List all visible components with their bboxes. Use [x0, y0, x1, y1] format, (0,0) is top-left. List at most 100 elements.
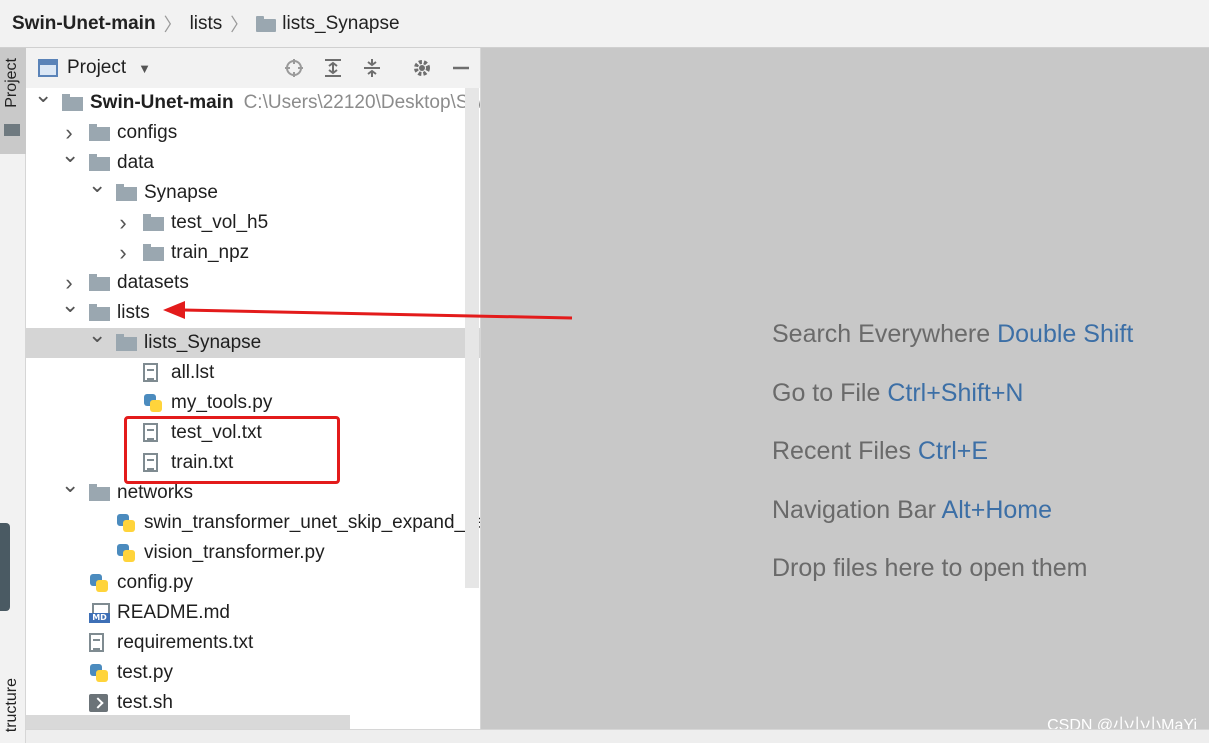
- bottom-edge: [26, 729, 1209, 743]
- tree-file-row[interactable]: vision_transformer.py: [26, 538, 480, 568]
- chevron-down-icon[interactable]: ⌄: [61, 292, 79, 318]
- tree-folder-row[interactable]: ⌄ Synapse: [26, 172, 480, 208]
- editor-hint-text: Navigation Bar: [772, 495, 936, 524]
- editor-hint-text: Go to File: [772, 378, 881, 407]
- tree-item-label: lists: [117, 302, 150, 323]
- python-file-icon: [143, 393, 163, 413]
- tree-folder-row[interactable]: › train_npz: [26, 238, 480, 268]
- tree-file-row[interactable]: my_tools.py: [26, 388, 480, 418]
- editor-hint-text: Search Everywhere: [772, 320, 991, 348]
- folder-icon: [89, 124, 110, 141]
- tree-file-row[interactable]: test.sh: [26, 688, 480, 718]
- editor-hint: Recent Files Ctrl+E: [772, 437, 1133, 496]
- tree-item-label: test.py: [117, 662, 173, 683]
- tree-file-row[interactable]: requirements.txt: [26, 628, 480, 658]
- tree-folder-row[interactable]: › test_vol_h5: [26, 208, 480, 238]
- python-file-icon: [116, 543, 136, 563]
- project-tool-tab-label: Project: [3, 58, 20, 108]
- tree-item-label: swin_transformer_unet_skip_expand_de: [144, 512, 481, 533]
- folder-icon: [256, 15, 277, 32]
- editor-hint-shortcut: Double Shift: [990, 320, 1134, 348]
- tree-item-label: Swin-Unet-main C:\Users\22120\Desktop\Sw: [90, 92, 481, 113]
- folder-icon: [4, 124, 20, 136]
- project-panel-title[interactable]: Project: [67, 57, 126, 79]
- python-file-icon: [89, 573, 109, 593]
- memory-indicator[interactable]: [0, 523, 10, 611]
- shell-script-icon: [89, 694, 108, 712]
- horizontal-scrollbar[interactable]: [26, 715, 350, 729]
- editor-hint-shortcut: Ctrl+E: [910, 437, 989, 465]
- folder-icon: [89, 154, 110, 171]
- folder-icon: [89, 484, 110, 501]
- chevron-down-icon[interactable]: ⌄: [88, 322, 106, 348]
- editor-hint-text: Recent Files: [772, 437, 911, 465]
- gear-icon[interactable]: [409, 56, 435, 80]
- minimize-icon[interactable]: [448, 56, 474, 80]
- editor-hint: Search Everywhere Double Shift: [772, 320, 1133, 379]
- chevron-right-icon[interactable]: ›: [115, 240, 131, 266]
- tree-item-label: config.py: [117, 572, 194, 593]
- tree-item-label: test_vol_h5: [171, 212, 269, 233]
- collapse-all-icon[interactable]: [359, 56, 385, 80]
- tree-file-row[interactable]: config.py: [26, 568, 480, 598]
- project-panel-header: Project ▼: [26, 48, 480, 88]
- text-file-icon: [89, 633, 104, 652]
- breadcrumb-lists[interactable]: lists: [190, 13, 223, 35]
- breadcrumb-separator: 〉: [163, 14, 182, 35]
- chevron-down-icon[interactable]: ⌄: [61, 472, 79, 498]
- tree-file-row[interactable]: swin_transformer_unet_skip_expand_de: [26, 508, 481, 538]
- tree-item-label: my_tools.py: [171, 392, 273, 413]
- tree-item-label: datasets: [117, 272, 189, 293]
- tree-item-label: Synapse: [144, 182, 218, 203]
- chevron-down-icon[interactable]: ⌄: [88, 172, 106, 198]
- navigation-bar: Swin-Unet-main 〉 lists 〉 lists_Synapse: [0, 0, 1209, 48]
- tree-file-row[interactable]: all.lst: [26, 358, 480, 388]
- structure-tool-tab[interactable]: tructure: [3, 678, 21, 732]
- editor-hints: Search Everywhere Double Shift Go to File…: [772, 320, 1133, 613]
- editor-hint: Go to File Ctrl+Shift+N: [772, 379, 1133, 438]
- project-tool-tab[interactable]: Project: [0, 48, 26, 154]
- tree-folder-row[interactable]: › datasets: [26, 268, 480, 298]
- tool-window-strip: Project tructure: [0, 48, 26, 743]
- tree-file-row[interactable]: test.py: [26, 658, 480, 688]
- chevron-down-icon[interactable]: ⌄: [61, 142, 79, 168]
- breadcrumb-separator: 〉: [230, 14, 249, 35]
- tree-item-label: networks: [117, 482, 194, 503]
- tree-item-label: data: [117, 152, 154, 173]
- tree-item-label: test.sh: [117, 692, 173, 713]
- chevron-down-icon[interactable]: ▼: [138, 61, 151, 76]
- chevron-right-icon[interactable]: ›: [115, 210, 131, 236]
- project-panel: Project ▼ ⌄ Swin-Unet-main C:\Users\22120\…: [26, 48, 481, 743]
- tree-item-label: all.lst: [171, 362, 215, 383]
- editor-hint-shortcut: Ctrl+Shift+N: [880, 378, 1024, 407]
- folder-icon: [116, 184, 137, 201]
- locate-icon[interactable]: [281, 56, 307, 80]
- folder-icon: [143, 214, 164, 231]
- red-annotation-box: [124, 416, 340, 484]
- folder-icon: [89, 274, 110, 291]
- project-view-icon: [38, 59, 58, 77]
- tree-item-label: train_npz: [171, 242, 250, 263]
- editor-hint: Navigation Bar Alt+Home: [772, 496, 1133, 555]
- editor-hint-shortcut: Alt+Home: [935, 495, 1053, 524]
- python-file-icon: [116, 513, 136, 533]
- vertical-scrollbar[interactable]: [465, 88, 479, 588]
- text-file-icon: [143, 363, 158, 382]
- chevron-down-icon[interactable]: ⌄: [34, 82, 52, 108]
- tree-folder-row[interactable]: ⌄ Swin-Unet-main C:\Users\22120\Desktop\Sw: [26, 82, 481, 118]
- tree-item-label: vision_transformer.py: [144, 542, 325, 563]
- project-path: C:\Users\22120\Desktop\Sw: [243, 92, 481, 113]
- tree-file-row[interactable]: README.md: [26, 598, 480, 628]
- tree-folder-row[interactable]: › configs: [26, 118, 480, 148]
- breadcrumb-project[interactable]: Swin-Unet-main: [12, 13, 156, 35]
- expand-all-icon[interactable]: [320, 56, 346, 80]
- tree-item-label: lists_Synapse: [144, 332, 262, 353]
- editor-hint: Drop files here to open them: [772, 554, 1133, 613]
- breadcrumb-lists-synapse[interactable]: lists_Synapse: [256, 13, 400, 35]
- folder-icon: [116, 334, 137, 351]
- editor-hint-text: Drop files here to open them: [772, 554, 1088, 582]
- folder-icon: [89, 304, 110, 321]
- folder-icon: [143, 244, 164, 261]
- tree-item-label: requirements.txt: [117, 632, 254, 653]
- tree-folder-row[interactable]: ⌄ lists_Synapse: [26, 322, 480, 358]
